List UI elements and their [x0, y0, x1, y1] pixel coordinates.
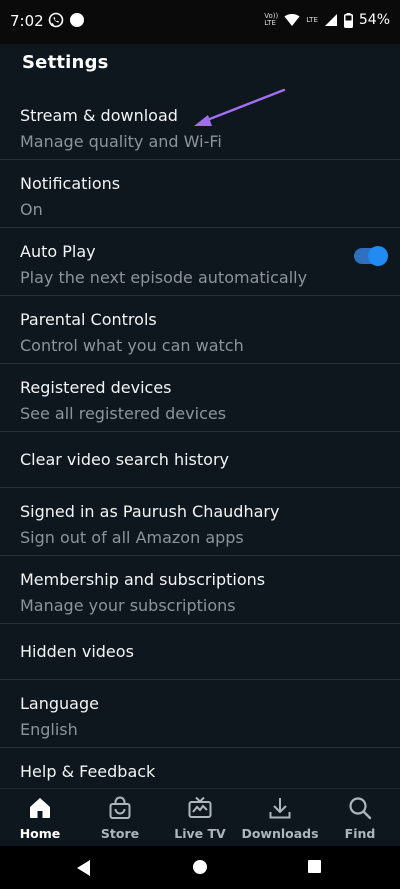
settings-item-subtitle: See all registered devices: [20, 404, 227, 423]
settings-item-subtitle: Control what you can watch: [20, 336, 244, 355]
battery-icon: [343, 12, 353, 28]
settings-item-auto-play[interactable]: Auto Play Play the next episode automati…: [0, 228, 400, 296]
nav-find[interactable]: Find: [320, 795, 400, 841]
settings-item-signed-in[interactable]: Signed in as Paurush Chaudhary Sign out …: [0, 488, 400, 556]
battery-percentage: 54%: [358, 12, 390, 28]
settings-item-subtitle: Sign out of all Amazon apps: [20, 528, 244, 547]
annotation-arrow-icon: [194, 88, 286, 126]
nav-live-tv[interactable]: Live TV: [160, 795, 240, 841]
settings-item-title: Clear video search history: [20, 450, 229, 469]
settings-item-subtitle: English: [20, 720, 78, 739]
nav-label: Home: [19, 826, 61, 841]
settings-item-subtitle: Play the next episode automatically: [20, 268, 308, 287]
status-bar: 7:02 Vo)) LTE LTE 54%: [0, 0, 400, 44]
notification-dot-icon: [70, 13, 84, 27]
auto-play-toggle[interactable]: [354, 246, 388, 266]
settings-item-title: Auto Play: [20, 242, 96, 261]
bottom-nav: Home Store Live TV Downloads Find: [0, 788, 400, 847]
toggle-knob: [368, 246, 388, 266]
settings-item-title: Membership and subscriptions: [20, 570, 266, 589]
settings-list: Stream & download Manage quality and Wi-…: [0, 92, 400, 788]
settings-item-title: Registered devices: [20, 378, 172, 397]
settings-item-language[interactable]: Language English: [0, 680, 400, 748]
settings-item-hidden-videos[interactable]: Hidden videos: [0, 624, 400, 680]
settings-item-title: Hidden videos: [20, 642, 134, 661]
wifi-icon: [284, 14, 300, 26]
settings-item-title: Language: [20, 694, 99, 713]
settings-item-title: Help & Feedback: [20, 762, 156, 781]
settings-item-parental-controls[interactable]: Parental Controls Control what you can w…: [0, 296, 400, 364]
home-button-icon[interactable]: [193, 860, 207, 874]
lte-indicator: LTE: [306, 15, 318, 24]
volte-indicator: Vo)) LTE: [264, 12, 279, 27]
shopping-bag-icon: [109, 796, 131, 819]
settings-item-title: Parental Controls: [20, 310, 157, 329]
settings-item-clear-search-history[interactable]: Clear video search history: [0, 432, 400, 488]
search-icon: [349, 797, 372, 820]
signal-icon: [324, 14, 337, 26]
settings-item-subtitle: On: [20, 200, 43, 219]
nav-label: Downloads: [241, 826, 319, 841]
nav-store[interactable]: Store: [80, 795, 160, 841]
nav-label: Store: [100, 826, 140, 841]
settings-item-notifications[interactable]: Notifications On: [0, 160, 400, 228]
home-icon: [30, 798, 50, 818]
settings-item-subtitle: Manage your subscriptions: [20, 596, 236, 615]
back-icon[interactable]: [77, 860, 91, 876]
whatsapp-icon: [48, 12, 64, 28]
recents-icon[interactable]: [308, 860, 321, 873]
live-tv-icon: [188, 796, 212, 818]
nav-label: Live TV: [174, 826, 226, 841]
header: Settings: [0, 44, 400, 92]
settings-item-help-feedback[interactable]: Help & Feedback: [0, 748, 400, 788]
settings-item-title: Stream & download: [20, 106, 178, 125]
nav-downloads[interactable]: Downloads: [240, 795, 320, 841]
settings-item-registered-devices[interactable]: Registered devices See all registered de…: [0, 364, 400, 432]
page-title: Settings: [22, 52, 109, 73]
status-time: 7:02: [10, 12, 44, 30]
settings-item-membership[interactable]: Membership and subscriptions Manage your…: [0, 556, 400, 624]
settings-item-title: Signed in as Paurush Chaudhary: [20, 502, 280, 521]
settings-item-subtitle: Manage quality and Wi-Fi: [20, 132, 222, 151]
settings-item-title: Notifications: [20, 174, 121, 193]
nav-label: Find: [344, 826, 376, 841]
download-icon: [269, 798, 291, 819]
system-nav-bar: [0, 846, 400, 889]
nav-home[interactable]: Home: [0, 795, 80, 841]
